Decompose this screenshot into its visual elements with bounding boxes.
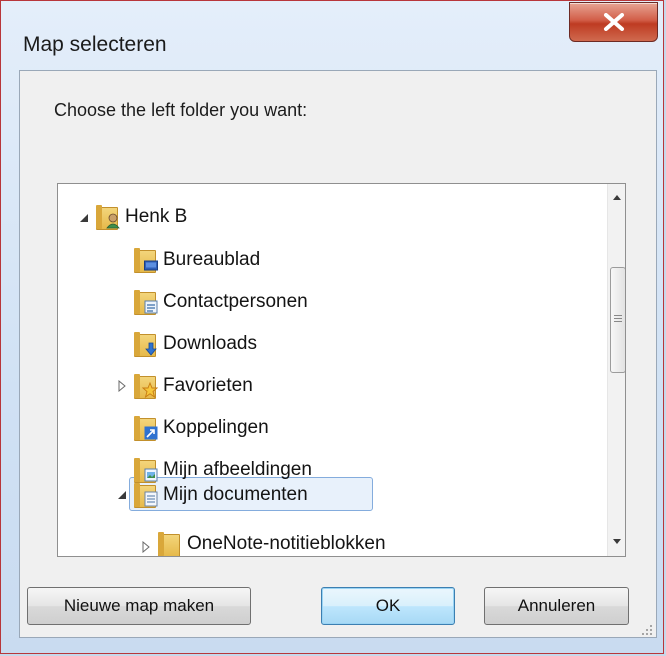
folder-tree[interactable]: Henk B Bureaublad Contactpersonen Downlo… xyxy=(57,183,626,557)
tree-item-mijn-documenten[interactable]: Mijn documenten xyxy=(134,478,308,512)
collapsed-arrow-icon[interactable] xyxy=(140,541,152,553)
tree-item-label: Favorieten xyxy=(163,375,253,396)
folder-icon xyxy=(158,532,180,556)
tree-item-bureaublad[interactable]: Bureaublad xyxy=(134,243,260,277)
desktop-folder-icon xyxy=(134,248,158,273)
tree-item-label: Bureaublad xyxy=(163,249,261,270)
tree-item-label: OneNote-notitieblokken xyxy=(187,533,386,554)
new-folder-button[interactable]: Nieuwe map maken xyxy=(27,587,251,625)
favorites-folder-icon xyxy=(134,374,158,399)
tree-item-contactpersonen[interactable]: Contactpersonen xyxy=(134,285,308,319)
downloads-folder-icon xyxy=(134,332,157,357)
tree-item-label: Downloads xyxy=(163,333,257,354)
expanded-arrow-icon[interactable] xyxy=(116,489,128,501)
scrollbar-thumb[interactable] xyxy=(610,267,625,373)
collapsed-arrow-icon[interactable] xyxy=(116,380,128,392)
scroll-down-icon[interactable] xyxy=(613,539,621,544)
links-folder-icon xyxy=(134,416,158,441)
folder-select-dialog: Map selecteren Choose the left folder yo… xyxy=(0,0,664,654)
dialog-body: Choose the left folder you want: Henk B … xyxy=(19,70,657,638)
documents-folder-icon xyxy=(134,483,158,508)
dialog-title: Map selecteren xyxy=(23,33,167,56)
scroll-up-icon[interactable] xyxy=(613,195,621,200)
tree-item-label: Contactpersonen xyxy=(163,291,308,312)
resize-grip-icon[interactable] xyxy=(640,623,654,637)
tree-item-onenote-notitieblokken[interactable]: OneNote-notitieblokken xyxy=(158,527,386,556)
tree-item-downloads[interactable]: Downloads xyxy=(134,327,257,361)
tree-item-label: Koppelingen xyxy=(163,417,269,438)
user-folder-icon xyxy=(96,205,120,230)
tree-item-label: Henk B xyxy=(125,206,188,227)
contacts-folder-icon xyxy=(134,290,158,315)
tree-item-favorieten[interactable]: Favorieten xyxy=(134,369,253,403)
tree-item-henk-b[interactable]: Henk B xyxy=(96,200,187,234)
dialog-prompt: Choose the left folder you want: xyxy=(54,100,308,120)
close-button[interactable] xyxy=(569,2,658,42)
tree-item-label: Mijn documenten xyxy=(163,484,308,505)
vertical-scrollbar[interactable] xyxy=(607,184,625,556)
cancel-button[interactable]: Annuleren xyxy=(484,587,629,625)
expanded-arrow-icon[interactable] xyxy=(78,212,90,224)
close-x-icon xyxy=(604,13,624,31)
ok-button[interactable]: OK xyxy=(321,587,455,625)
tree-item-koppelingen[interactable]: Koppelingen xyxy=(134,411,269,445)
